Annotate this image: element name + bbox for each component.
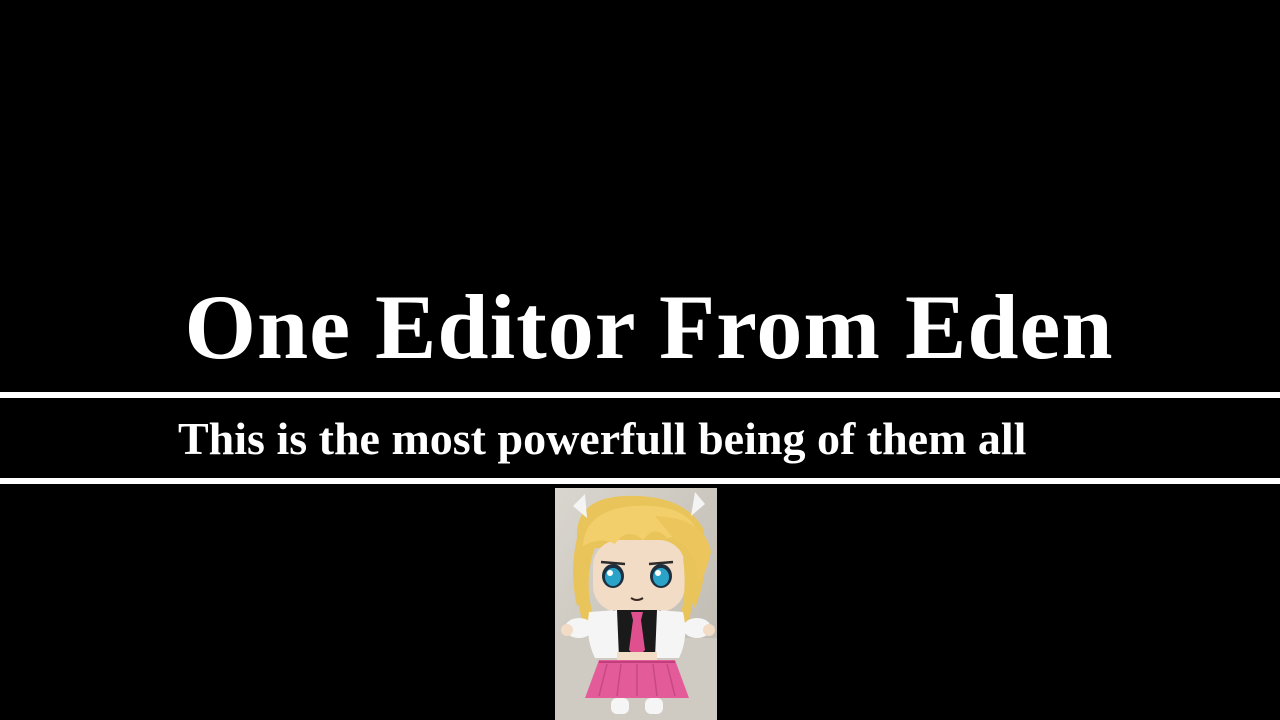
plush-doll-photo [555,488,717,720]
bottom-divider [0,478,1280,484]
slide-title: One Editor From Eden [184,276,1114,378]
top-divider [0,392,1280,398]
slide: One Editor From Eden This is the most po… [0,0,1280,720]
slide-subtitle: This is the most powerfull being of them… [178,413,1027,464]
